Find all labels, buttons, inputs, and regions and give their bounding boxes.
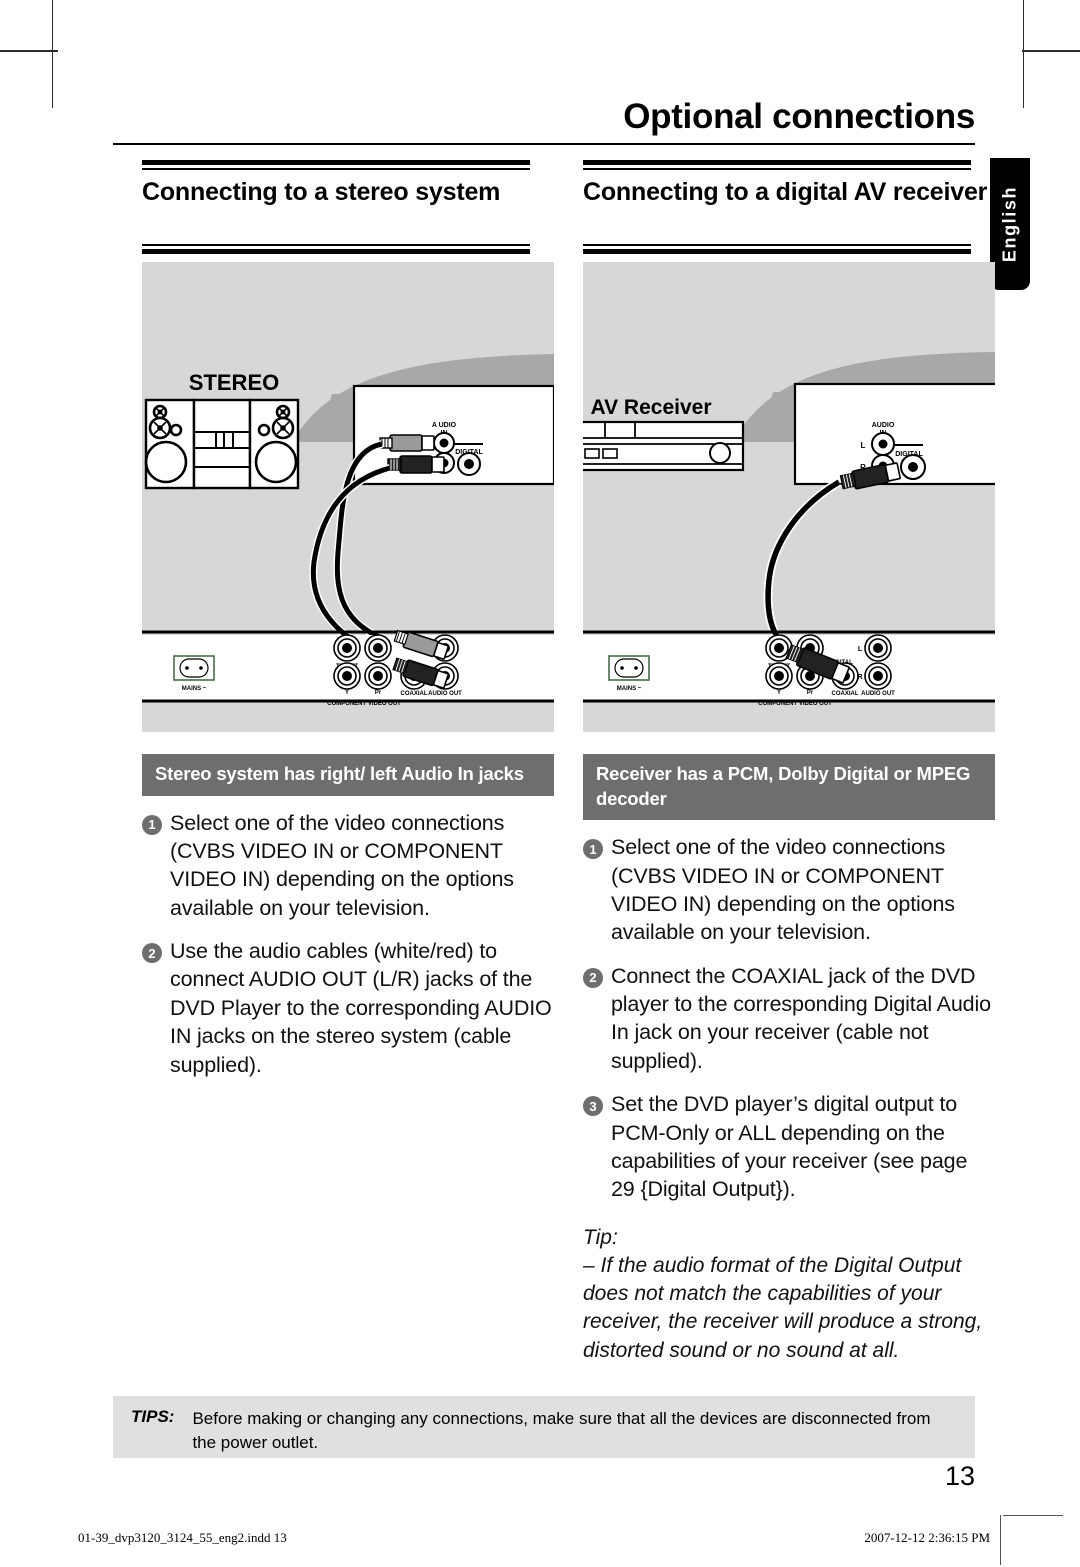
caption-bar-stereo: Stereo system has right/ left Audio In j… bbox=[142, 754, 554, 796]
svg-text:AUDIO: AUDIO bbox=[872, 422, 895, 429]
rule-thin bbox=[583, 244, 971, 246]
footer-rule-horizontal bbox=[1003, 1515, 1063, 1516]
footer-rule-vertical bbox=[1000, 1515, 1001, 1565]
rule-thin bbox=[142, 244, 530, 246]
svg-text:L: L bbox=[861, 441, 866, 450]
svg-text:A UDIO: A UDIO bbox=[432, 422, 457, 429]
step-text: Use the audio cables (white/red) to conn… bbox=[170, 939, 552, 1077]
svg-text:COMPONENT VIDEO OUT: COMPONENT VIDEO OUT bbox=[758, 701, 832, 707]
step-item: 1 Select one of the video connections (C… bbox=[583, 833, 995, 947]
page-number: 13 bbox=[944, 1461, 975, 1491]
section-rule-top bbox=[142, 160, 530, 170]
svg-text:Y: Y bbox=[345, 690, 349, 696]
svg-text:COAXIAL: COAXIAL bbox=[401, 691, 428, 697]
section-rule-bottom bbox=[583, 244, 971, 254]
step-text: Select one of the video connections (CVB… bbox=[170, 810, 514, 920]
footer-filename: 01-39_dvp3120_3124_55_eng2.indd 13 bbox=[78, 1530, 287, 1545]
footer-timestamp: 2007-12-12 2:36:15 PM bbox=[864, 1530, 990, 1545]
svg-text:Pr: Pr bbox=[807, 690, 814, 696]
step-text: Select one of the video connections (CVB… bbox=[611, 835, 955, 945]
rule-thick bbox=[583, 249, 971, 254]
crop-mark-top-right bbox=[1023, 0, 1024, 108]
step-number: 2 bbox=[583, 967, 603, 988]
svg-text:COMPONENT VIDEO OUT: COMPONENT VIDEO OUT bbox=[327, 701, 401, 707]
crop-mark-right bbox=[1022, 50, 1080, 52]
step-item: 3 Set the DVD player’s digital output to… bbox=[583, 1090, 995, 1204]
steps-stereo: 1 Select one of the video connections (C… bbox=[142, 809, 554, 1079]
svg-text:AUDIO OUT: AUDIO OUT bbox=[861, 691, 895, 697]
tips-text: Before making or changing any connection… bbox=[192, 1409, 931, 1453]
svg-text:COAXIAL: COAXIAL bbox=[832, 691, 859, 697]
section-rule-top bbox=[583, 160, 971, 170]
tip-label: Tip: bbox=[583, 1225, 618, 1249]
step-item: 2 Connect the COAXIAL jack of the DVD pl… bbox=[583, 962, 995, 1076]
step-number: 1 bbox=[142, 814, 162, 835]
svg-text:AUDIO OUT: AUDIO OUT bbox=[428, 691, 462, 697]
svg-text:MAINS ~: MAINS ~ bbox=[617, 686, 642, 692]
column-stereo: Connecting to a stereo system STEREO A U… bbox=[142, 160, 554, 1094]
step-text: Connect the COAXIAL jack of the DVD play… bbox=[611, 963, 991, 1073]
language-tab-label: English bbox=[999, 185, 1020, 263]
diagram-stereo-connection: STEREO A UDIO MAINS ~ Y Pr COAXIAL AUDIO… bbox=[142, 262, 554, 732]
crop-mark-left bbox=[0, 50, 58, 52]
step-number: 1 bbox=[583, 839, 603, 860]
svg-text:R: R bbox=[857, 674, 862, 681]
caption-bar-av-receiver: Receiver has a PCM, Dolby Digital or MPE… bbox=[583, 754, 995, 821]
svg-text:L: L bbox=[858, 646, 863, 653]
tips-footer-box: TIPS: Before making or changing any conn… bbox=[113, 1396, 975, 1458]
language-tab: English bbox=[990, 158, 1030, 290]
step-text: Set the DVD player’s digital output to P… bbox=[611, 1092, 968, 1202]
tip-body: – If the audio format of the Digital Out… bbox=[583, 1253, 983, 1362]
svg-text:MAINS ~: MAINS ~ bbox=[182, 686, 207, 692]
crop-mark-top-left bbox=[52, 0, 53, 108]
section-title-stereo: Connecting to a stereo system bbox=[142, 178, 501, 206]
rule-thick bbox=[583, 160, 971, 165]
rule-thick bbox=[142, 160, 530, 165]
step-number: 3 bbox=[583, 1096, 603, 1117]
steps-av-receiver: 1 Select one of the video connections (C… bbox=[583, 833, 995, 1204]
svg-text:Y: Y bbox=[777, 690, 781, 696]
step-item: 1 Select one of the video connections (C… bbox=[142, 809, 554, 923]
section-title-av-receiver: Connecting to a digital AV receiver bbox=[583, 178, 988, 206]
rule-thick bbox=[142, 249, 530, 254]
page-title: Optional connections bbox=[623, 97, 975, 136]
diagram-av-receiver-connection: AV Receiver AUDIO L R DIGITAL MAINS ~ L … bbox=[583, 262, 995, 732]
svg-text:Pr: Pr bbox=[375, 690, 382, 696]
svg-text:STEREO: STEREO bbox=[189, 370, 279, 395]
manual-page: Optional connections English Connecting … bbox=[0, 0, 1080, 1567]
header-rule bbox=[113, 143, 975, 145]
page-header: Optional connections bbox=[113, 93, 975, 145]
svg-text:AV Receiver: AV Receiver bbox=[590, 396, 711, 419]
tip-block: Tip: – If the audio format of the Digita… bbox=[583, 1226, 995, 1365]
column-av-receiver: Connecting to a digital AV receiver AV R… bbox=[583, 160, 995, 1365]
tips-label: TIPS: bbox=[131, 1407, 175, 1426]
section-rule-bottom bbox=[142, 244, 530, 254]
step-item: 2 Use the audio cables (white/red) to co… bbox=[142, 937, 554, 1079]
step-number: 2 bbox=[142, 943, 162, 964]
